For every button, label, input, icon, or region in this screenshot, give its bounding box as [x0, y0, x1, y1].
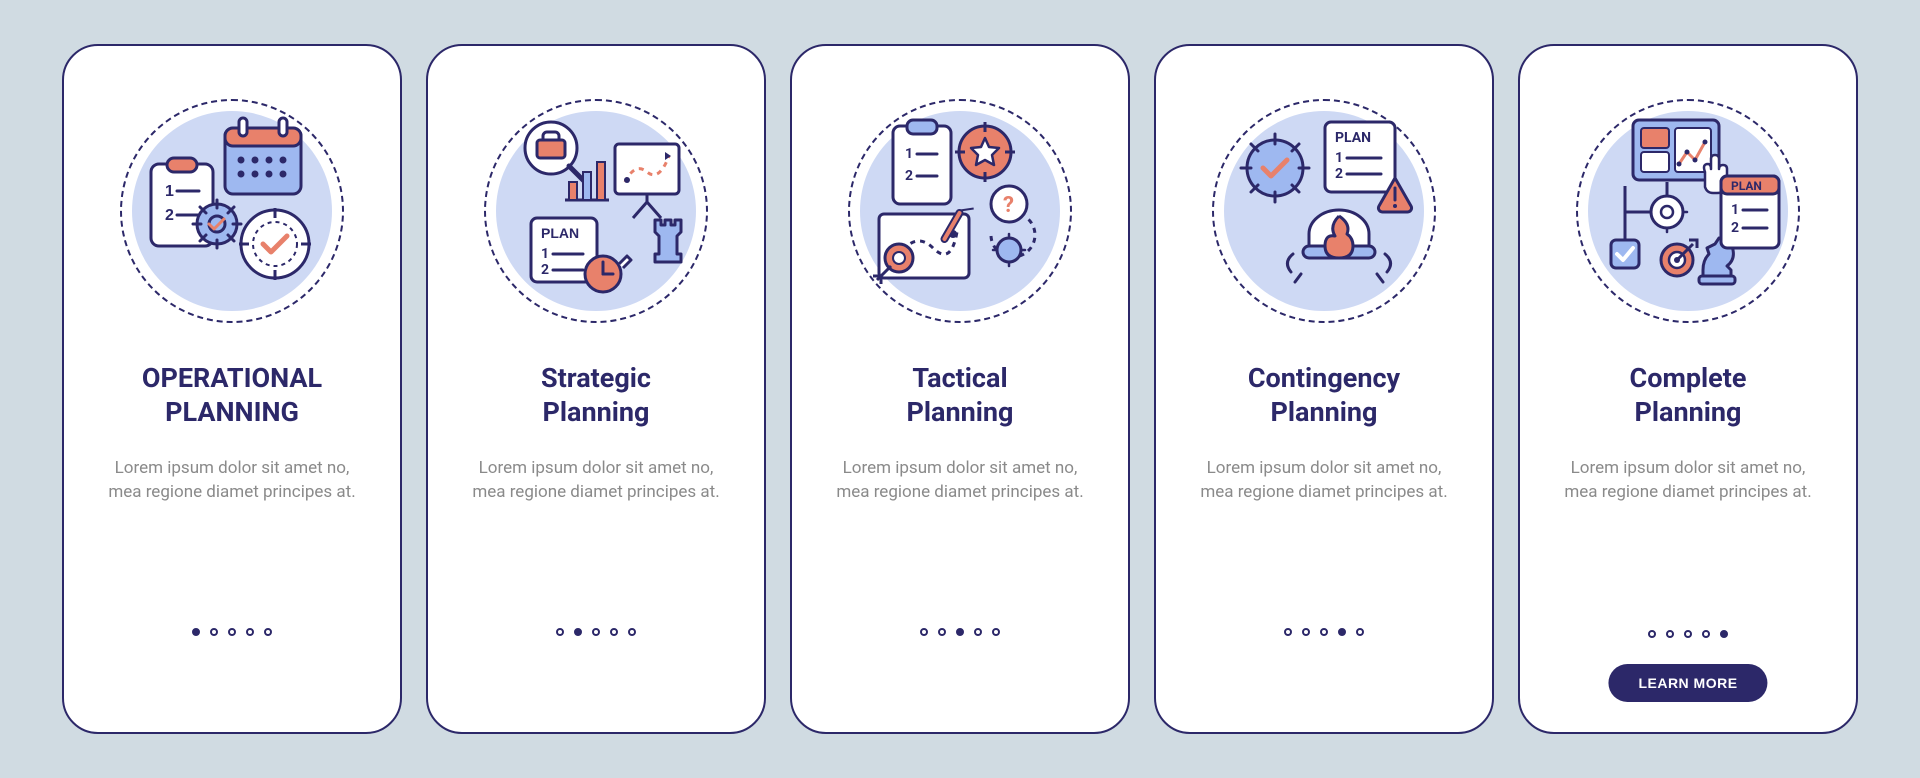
pagination-dots: [556, 628, 636, 636]
dot-4[interactable]: [1338, 628, 1346, 636]
illustration-container: PLAN 1 2: [1209, 96, 1439, 326]
card-title: Strategic Planning: [541, 362, 651, 430]
illustration-container: PLAN 1 2: [481, 96, 711, 326]
dot-1[interactable]: [192, 628, 200, 636]
phone-frame-contingency: PLAN 1 2: [1154, 44, 1494, 734]
card-title: Contingency Planning: [1248, 362, 1400, 430]
operational-planning-icon: 1 2: [137, 114, 327, 308]
learn-more-button[interactable]: LEARN MORE: [1608, 664, 1767, 702]
dot-5[interactable]: [992, 628, 1000, 636]
dot-2[interactable]: [210, 628, 218, 636]
dot-2[interactable]: [1302, 628, 1310, 636]
dot-1[interactable]: [920, 628, 928, 636]
contingency-planning-icon: PLAN 1 2: [1229, 114, 1419, 308]
dot-3[interactable]: [228, 628, 236, 636]
dot-3[interactable]: [592, 628, 600, 636]
dot-5[interactable]: [1720, 630, 1728, 638]
dot-4[interactable]: [974, 628, 982, 636]
svg-text:2: 2: [1335, 166, 1343, 182]
complete-planning-icon: PLAN 1 2: [1593, 114, 1783, 308]
dot-5[interactable]: [264, 628, 272, 636]
phone-frame-strategic: PLAN 1 2 Strategic Planning: [426, 44, 766, 734]
dot-4[interactable]: [246, 628, 254, 636]
svg-text:PLAN: PLAN: [1335, 130, 1371, 146]
dot-2[interactable]: [938, 628, 946, 636]
svg-text:1: 1: [165, 183, 174, 200]
card-description: Lorem ipsum dolor sit amet no, mea regio…: [1558, 456, 1818, 505]
card-description: Lorem ipsum dolor sit amet no, mea regio…: [1194, 456, 1454, 505]
svg-text:PLAN: PLAN: [1731, 179, 1762, 193]
phone-frame-operational: 1 2: [62, 44, 402, 734]
phone-frame-complete: PLAN 1 2 Complete Planning Lorem ipsum d…: [1518, 44, 1858, 734]
card-description: Lorem ipsum dolor sit amet no, mea regio…: [466, 456, 726, 505]
svg-text:1: 1: [1731, 202, 1739, 218]
card-title: Tactical Planning: [907, 362, 1014, 430]
pagination-dots: [192, 628, 272, 636]
pagination-dots: [1284, 628, 1364, 636]
pagination-dots: [1648, 630, 1728, 638]
card-description: Lorem ipsum dolor sit amet no, mea regio…: [102, 456, 362, 505]
illustration-container: 1 2: [845, 96, 1075, 326]
dot-1[interactable]: [1284, 628, 1292, 636]
svg-text:2: 2: [541, 262, 549, 278]
svg-text:1: 1: [905, 146, 913, 162]
card-title: OPERATIONAL PLANNING: [142, 362, 322, 430]
dot-4[interactable]: [610, 628, 618, 636]
dot-5[interactable]: [628, 628, 636, 636]
dot-4[interactable]: [1702, 630, 1710, 638]
dot-5[interactable]: [1356, 628, 1364, 636]
illustration-container: 1 2: [117, 96, 347, 326]
svg-text:?: ?: [1003, 193, 1014, 218]
svg-text:PLAN: PLAN: [541, 225, 579, 241]
svg-text:2: 2: [1731, 220, 1739, 236]
tactical-planning-icon: 1 2: [865, 114, 1055, 308]
svg-text:1: 1: [541, 246, 549, 262]
dot-1[interactable]: [1648, 630, 1656, 638]
dot-2[interactable]: [1666, 630, 1674, 638]
strategic-planning-icon: PLAN 1 2: [501, 114, 691, 308]
pagination-dots: [920, 628, 1000, 636]
svg-text:2: 2: [165, 207, 174, 224]
dot-3[interactable]: [956, 628, 964, 636]
svg-text:1: 1: [1335, 150, 1343, 166]
svg-text:2: 2: [905, 168, 913, 184]
dot-1[interactable]: [556, 628, 564, 636]
card-description: Lorem ipsum dolor sit amet no, mea regio…: [830, 456, 1090, 505]
card-title: Complete Planning: [1630, 362, 1747, 430]
onboarding-screens-row: 1 2: [62, 44, 1858, 734]
phone-frame-tactical: 1 2: [790, 44, 1130, 734]
dot-3[interactable]: [1320, 628, 1328, 636]
dot-3[interactable]: [1684, 630, 1692, 638]
illustration-container: PLAN 1 2: [1573, 96, 1803, 326]
dot-2[interactable]: [574, 628, 582, 636]
